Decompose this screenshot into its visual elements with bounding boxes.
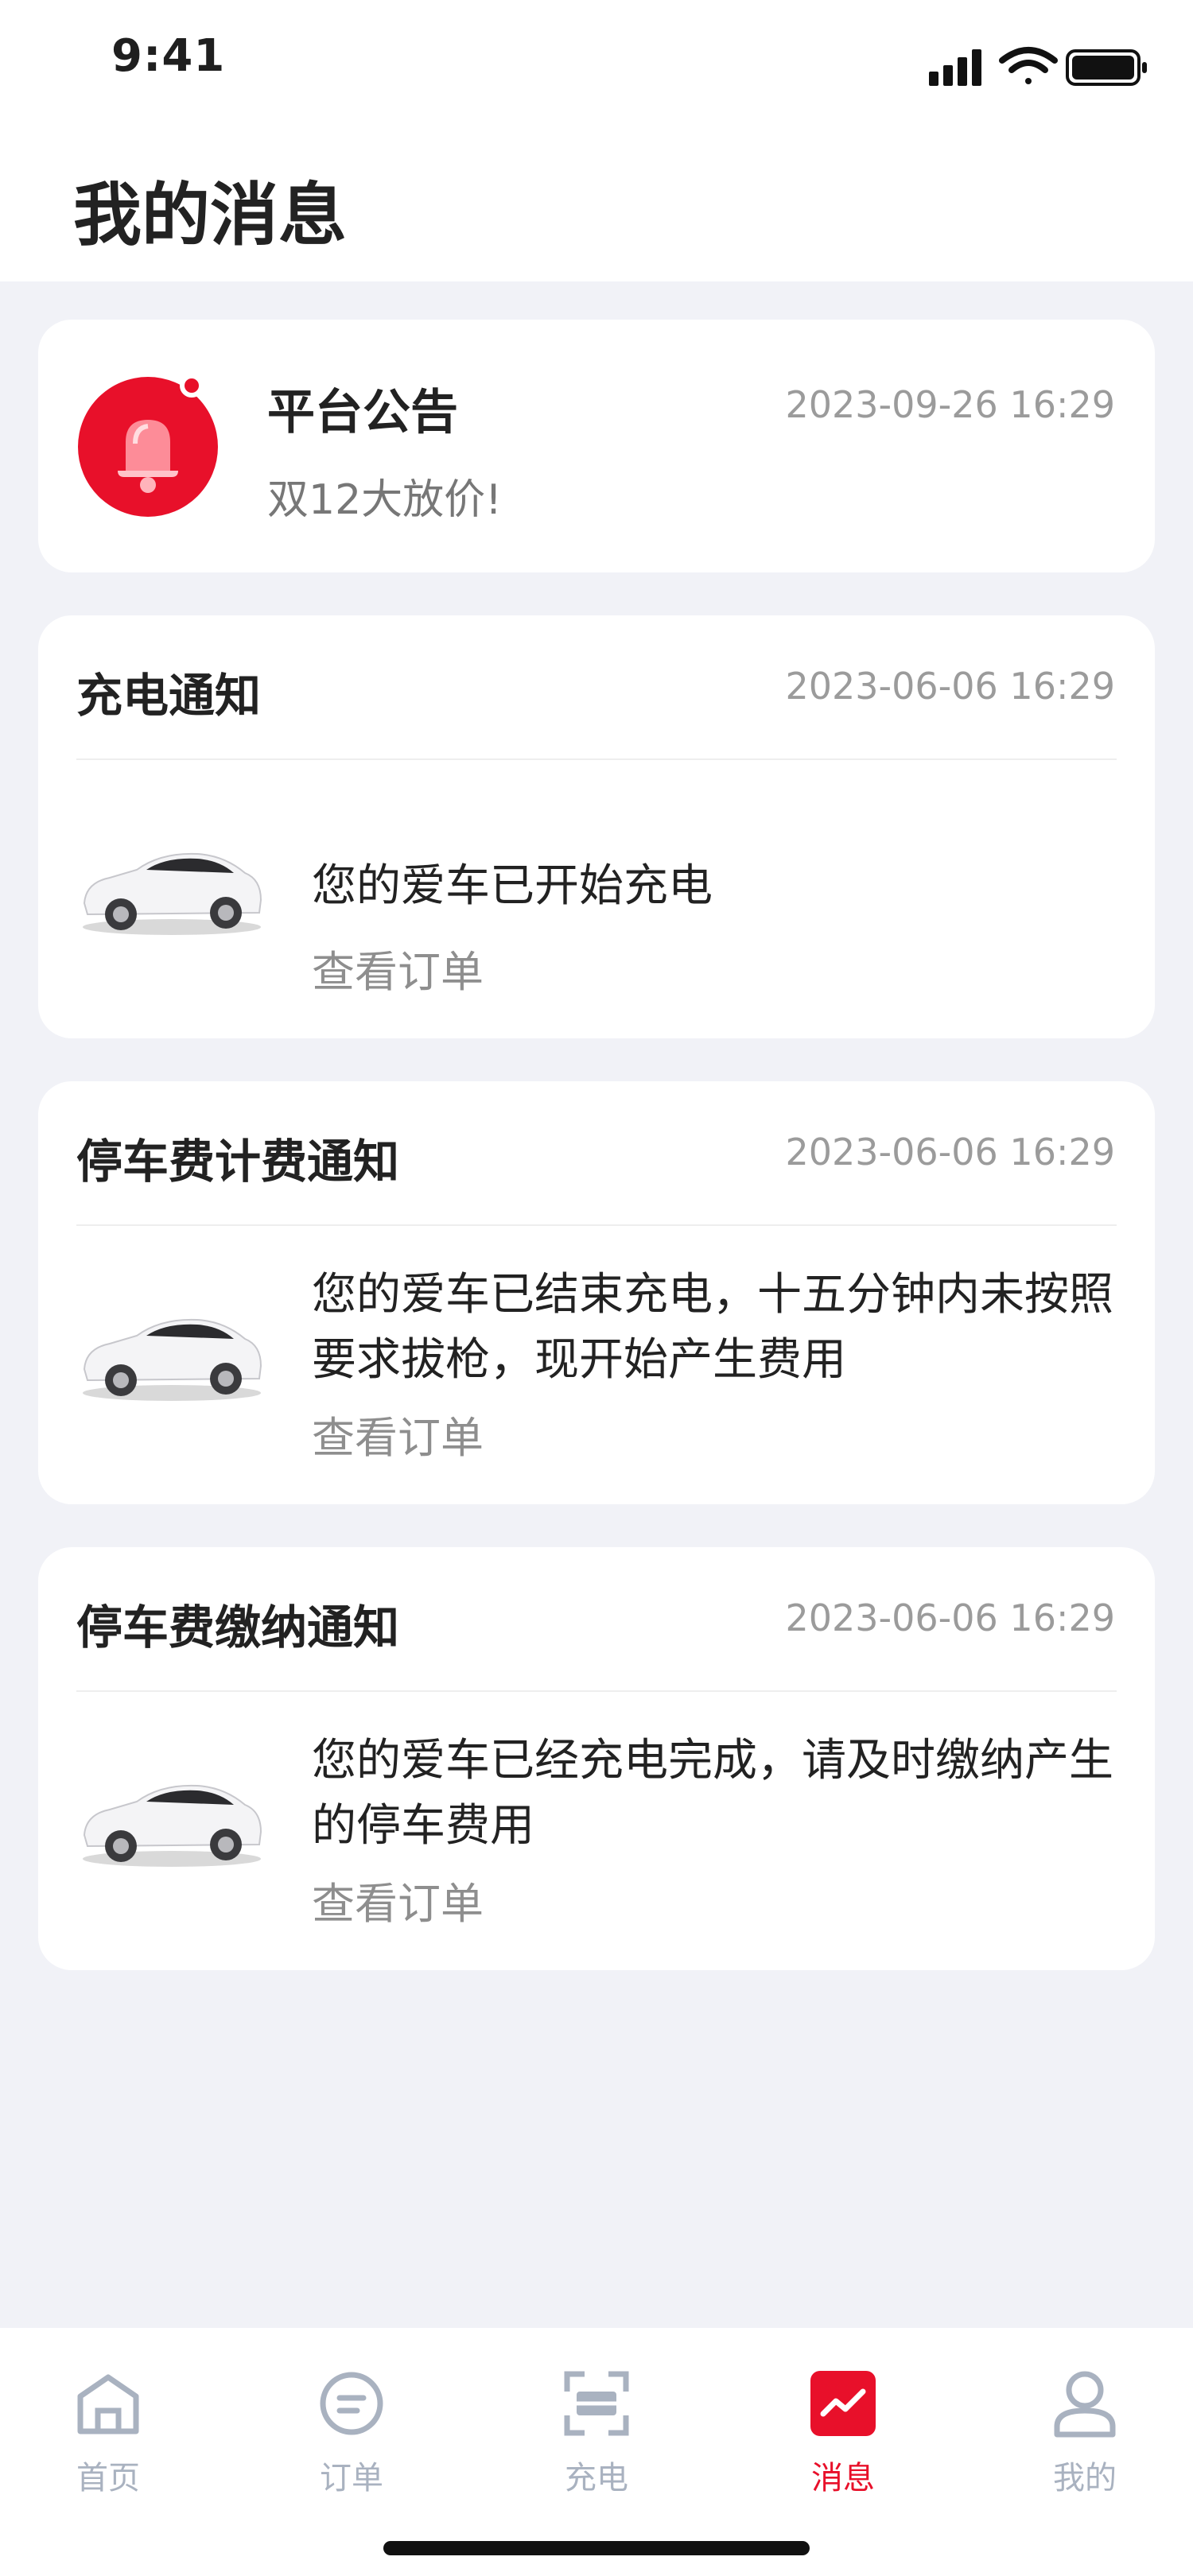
unread-dot [180, 374, 204, 398]
tab-label: 订单 [320, 2460, 383, 2496]
signal-icon [929, 49, 981, 86]
home-icon [77, 2374, 139, 2434]
notice-title: 充电通知 [76, 669, 262, 723]
divider [76, 758, 1117, 760]
profile-icon [1054, 2371, 1116, 2438]
charge-scan-icon [564, 2371, 629, 2436]
wifi-icon [999, 47, 1058, 84]
header-area: 9:41 我的消息 [0, 0, 1193, 281]
order-icon [320, 2372, 383, 2435]
notice-time: 2023-06-06 16:29 [785, 1131, 1115, 1174]
announcement-title: 平台公告 [267, 385, 458, 440]
announcement-card[interactable]: 平台公告 2023-09-26 16:29 双12大放价! [38, 320, 1155, 572]
tab-label: 我的 [1053, 2460, 1117, 2496]
notice-card[interactable]: 停车费计费通知 2023-06-06 16:29 您的爱车已结束充电，十五分钟内… [38, 1081, 1155, 1504]
status-icons [929, 47, 1147, 86]
status-time: 9:41 [111, 30, 226, 82]
page-title: 我的消息 [73, 176, 347, 255]
tab-label: 充电 [565, 2460, 628, 2496]
tab-home[interactable]: 首页 [29, 2369, 188, 2528]
notice-title: 停车费计费通知 [76, 1135, 400, 1189]
car-image [83, 1318, 262, 1401]
tab-label: 首页 [76, 2460, 140, 2496]
notice-card[interactable]: 停车费缴纳通知 2023-06-06 16:29 您的爱车已经充电完成，请及时缴… [38, 1547, 1155, 1970]
view-order-link[interactable]: 查看订单 [312, 1402, 484, 1465]
announcement-body: 双12大放价! [267, 476, 503, 524]
notice-text: 您的爱车已结束充电，十五分钟内未按照要求拔枪，现开始产生费用 [312, 1269, 1113, 1386]
messages-screen: 9:41 我的消息 平台公告 2023-09-26 16:29 双12大放价! … [0, 0, 1193, 2576]
home-indicator[interactable] [383, 2541, 810, 2555]
bell-icon [78, 374, 218, 517]
tab-charge[interactable]: 充电 [517, 2369, 676, 2528]
battery-icon [1066, 49, 1147, 86]
car-image [83, 852, 262, 935]
car-image [83, 1784, 262, 1867]
announcement-time: 2023-09-26 16:29 [785, 383, 1115, 426]
view-order-link[interactable]: 查看订单 [312, 1868, 484, 1931]
notice-card[interactable]: 充电通知 2023-06-06 16:29 您的爱车已开始充电 查看订单 [38, 615, 1155, 1038]
tab-messages[interactable]: 消息 [764, 2369, 923, 2528]
divider [76, 1224, 1117, 1226]
notice-text: 您的爱车已经充电完成，请及时缴纳产生的停车费用 [312, 1735, 1113, 1852]
divider [76, 1690, 1117, 1692]
notice-time: 2023-06-06 16:29 [785, 665, 1115, 708]
notice-text: 您的爱车已开始充电 [312, 860, 713, 912]
tab-profile[interactable]: 我的 [1005, 2369, 1164, 2528]
notice-title: 停车费缴纳通知 [76, 1600, 400, 1655]
notice-time: 2023-06-06 16:29 [785, 1596, 1115, 1639]
view-order-link[interactable]: 查看订单 [312, 937, 484, 999]
tab-orders[interactable]: 订单 [272, 2369, 431, 2528]
tab-label: 消息 [811, 2460, 875, 2496]
message-icon [810, 2371, 876, 2436]
tab-bar: 首页 订单 充电 消息 我的 [0, 2328, 1193, 2576]
